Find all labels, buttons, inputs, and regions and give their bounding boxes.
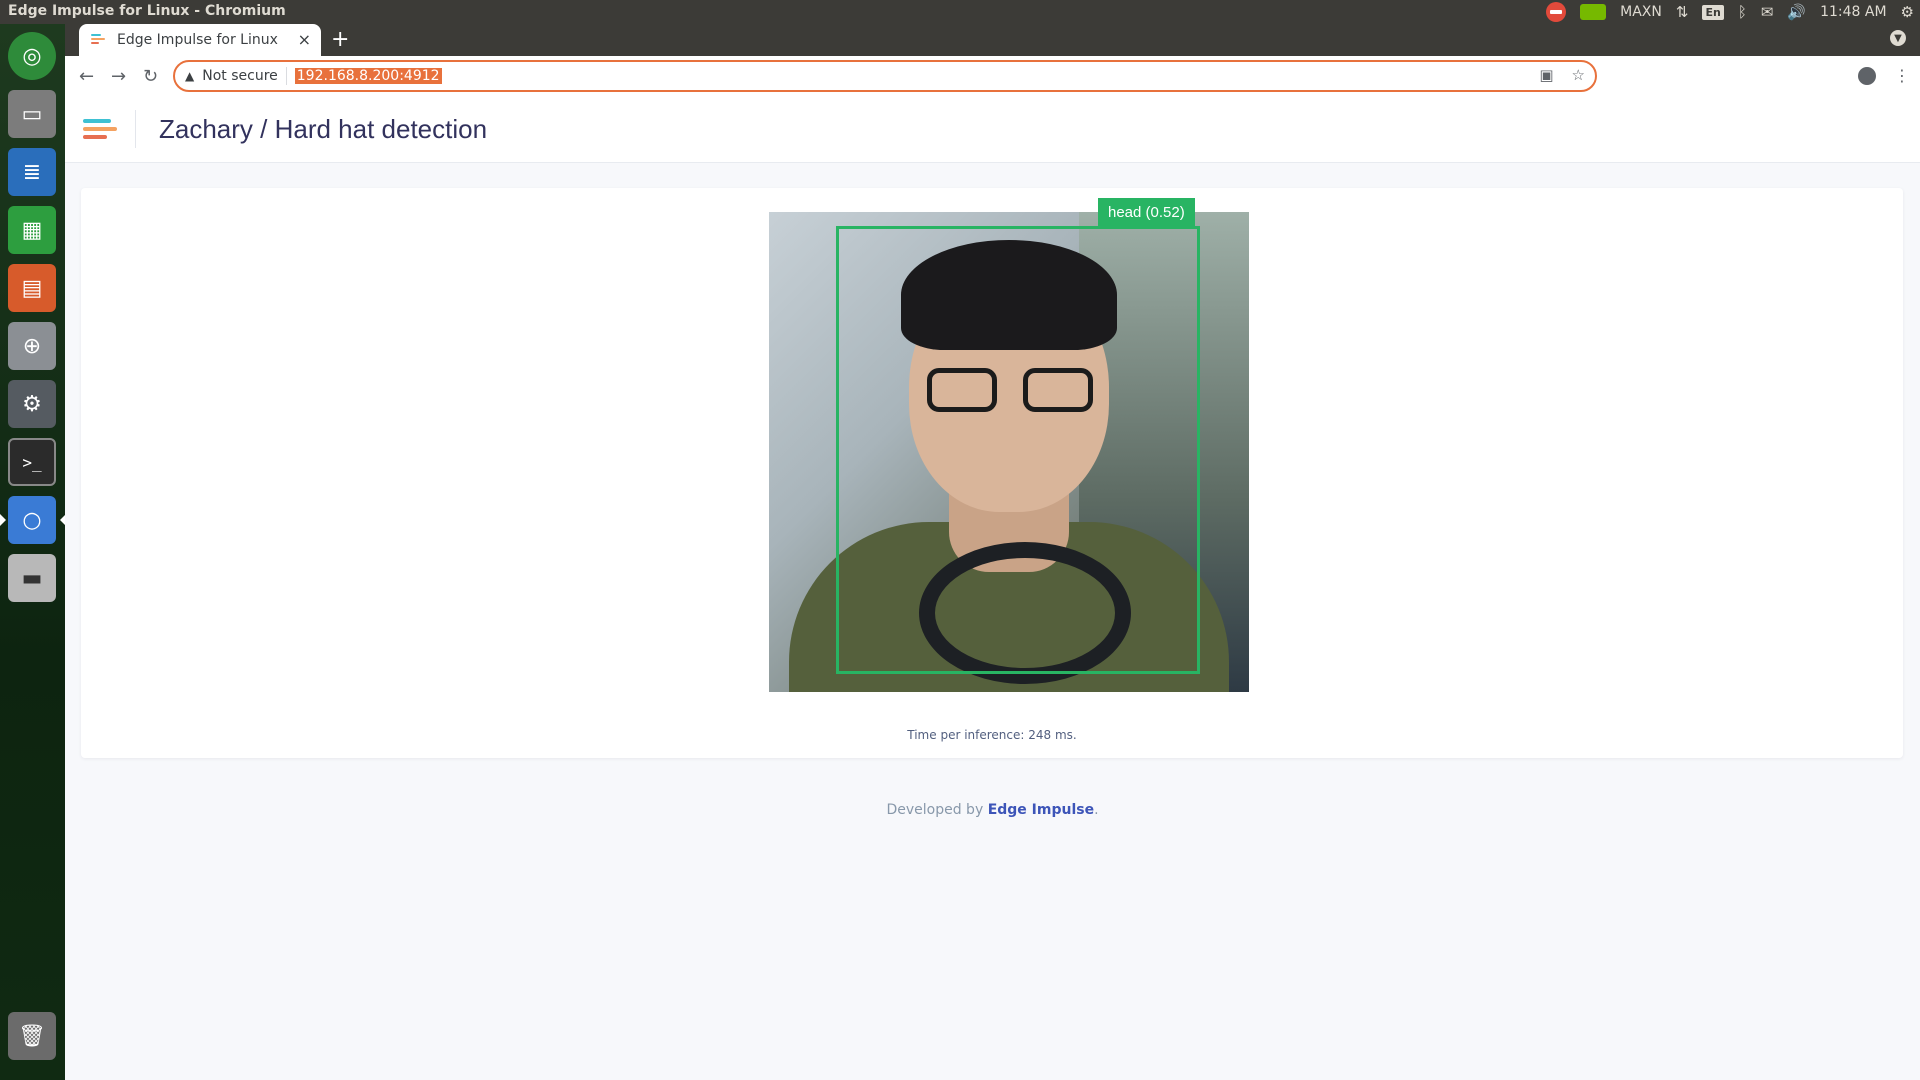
header-divider (135, 110, 136, 148)
toolbar-right: ⋮ (1858, 66, 1910, 85)
browser-tab[interactable]: Edge Impulse for Linux × (79, 24, 321, 56)
footer-prefix: Developed by (886, 802, 988, 818)
profile-avatar-icon[interactable] (1858, 66, 1876, 85)
launcher: ◎ ▭ ≣ ▦ ▤ ⊕ ⚙ >_ ○ ▬ 🗑 (0, 24, 66, 1080)
bookmark-star-icon[interactable]: ☆ (1572, 66, 1585, 84)
keyboard-layout-indicator[interactable]: En (1702, 4, 1724, 20)
mail-icon[interactable]: ✉ (1761, 3, 1774, 21)
qr-code-icon[interactable]: ▣ (1539, 66, 1553, 84)
trash-icon[interactable]: 🗑 (8, 1012, 56, 1060)
omnibox-actions: ▣ ☆ (1539, 66, 1585, 84)
detection-bounding-box (836, 226, 1200, 674)
clock[interactable]: 11:48 AM (1820, 4, 1886, 20)
inference-time: Time per inference: 248 ms. (907, 728, 1077, 742)
files-icon[interactable]: ▭ (8, 90, 56, 138)
terminal-icon[interactable]: >_ (8, 438, 56, 486)
camera-feed-image (769, 212, 1249, 692)
inference-card: head (0.52) Time per inference: 248 ms. (81, 188, 1903, 758)
software-center-icon[interactable]: ⊕ (8, 322, 56, 370)
impress-icon[interactable]: ▤ (8, 264, 56, 312)
security-label[interactable]: Not secure (202, 68, 278, 84)
back-icon[interactable]: ← (79, 66, 94, 87)
warning-icon: ▲ (185, 69, 195, 83)
forward-icon[interactable]: → (111, 66, 126, 87)
page-title: Zachary / Hard hat detection (159, 114, 488, 144)
disk-icon[interactable]: ▬ (8, 554, 56, 602)
gear-icon[interactable]: ⚙ (1901, 3, 1914, 21)
browser-toolbar: ← → ↻ ▲ Not secure 192.168.8.200:4912 ▣ … (65, 56, 1920, 97)
no-entry-icon[interactable] (1546, 2, 1567, 22)
edge-impulse-link[interactable]: Edge Impulse (988, 802, 1094, 818)
window-title: Edge Impulse for Linux - Chromium (8, 3, 286, 19)
close-tab-icon[interactable]: × (298, 30, 311, 49)
calc-icon[interactable]: ▦ (8, 206, 56, 254)
system-tray: MAXN ⇅ En ᛒ ✉ 🔊 11:48 AM ⚙ (1546, 0, 1914, 24)
omnibox-divider (285, 67, 287, 85)
tab-search-icon[interactable]: ▼ (1890, 30, 1906, 46)
bluetooth-icon[interactable]: ᛒ (1738, 3, 1747, 21)
chromium-icon[interactable]: ○ (0, 496, 66, 544)
menu-kebab-icon[interactable]: ⋮ (1894, 66, 1910, 85)
power-mode-label[interactable]: MAXN (1620, 4, 1662, 20)
detection-label: head (0.52) (1098, 198, 1195, 228)
edge-impulse-favicon (91, 34, 107, 46)
page-footer: Developed by Edge Impulse. (65, 802, 1920, 818)
network-transfer-icon[interactable]: ⇅ (1676, 3, 1689, 21)
footer-suffix: . (1094, 802, 1099, 818)
url-text[interactable]: 192.168.8.200:4912 (294, 68, 442, 84)
page: Zachary / Hard hat detection head (0.52)… (65, 96, 1920, 1080)
reload-icon[interactable]: ↻ (143, 66, 158, 87)
new-tab-button[interactable]: + (331, 27, 349, 52)
system-top-bar: Edge Impulse for Linux - Chromium MAXN ⇅… (0, 0, 1920, 24)
ubuntu-dash-icon[interactable]: ◎ (8, 32, 56, 80)
address-bar[interactable]: ▲ Not secure 192.168.8.200:4912 ▣ ☆ (173, 60, 1597, 92)
browser-chrome: Edge Impulse for Linux × + ▼ ← → ↻ ▲ Not… (65, 24, 1920, 97)
nvidia-icon[interactable] (1580, 4, 1607, 20)
page-header: Zachary / Hard hat detection (65, 96, 1920, 163)
edge-impulse-logo[interactable] (83, 119, 119, 143)
system-settings-icon[interactable]: ⚙ (8, 380, 56, 428)
volume-icon[interactable]: 🔊 (1787, 3, 1806, 21)
tab-title: Edge Impulse for Linux (117, 32, 278, 48)
writer-icon[interactable]: ≣ (8, 148, 56, 196)
